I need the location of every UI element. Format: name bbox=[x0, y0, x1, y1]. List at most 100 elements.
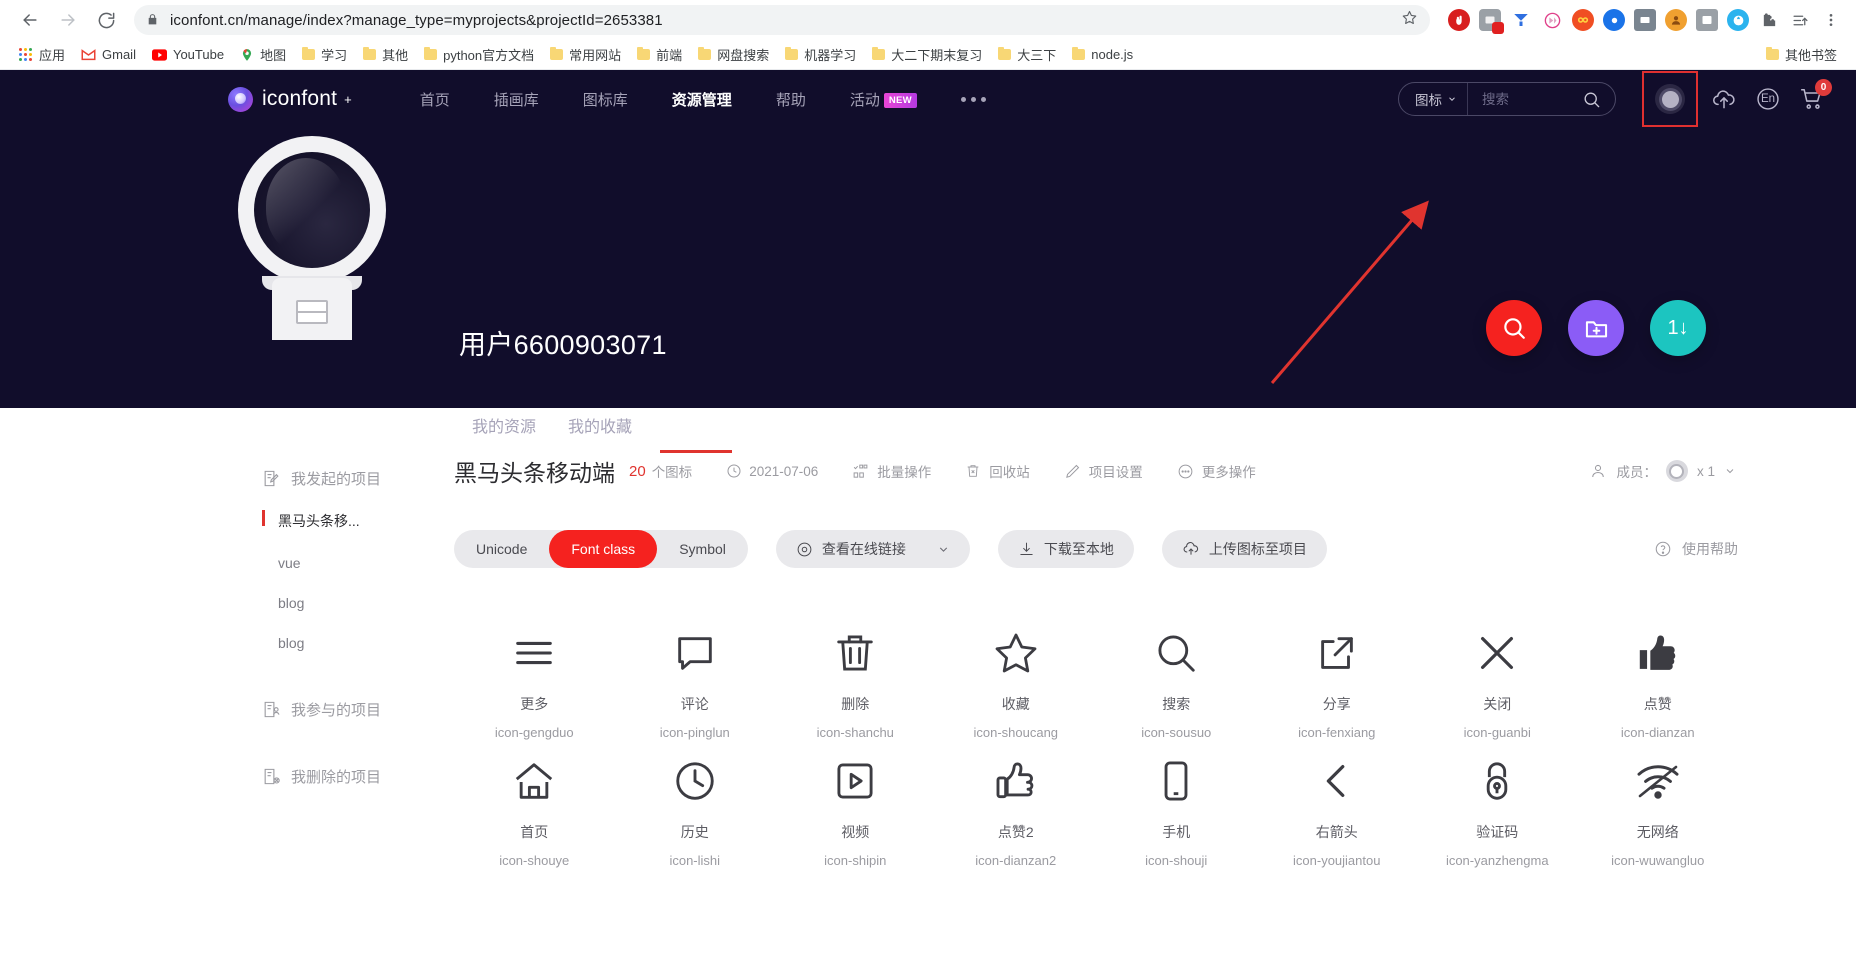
sidebar-group-deleted-projects[interactable]: 我删除的项目 bbox=[228, 756, 440, 797]
sort-fab[interactable]: 1↓ bbox=[1650, 300, 1706, 356]
nav-item-icon-library[interactable]: 图标库 bbox=[561, 89, 650, 110]
view-online-link-button[interactable]: 查看在线链接 bbox=[776, 530, 970, 568]
bookmark-label: python官方文档 bbox=[443, 45, 534, 64]
search-fab[interactable] bbox=[1486, 300, 1542, 356]
bookmark-folder-review[interactable]: 大二下期末复习 bbox=[865, 42, 989, 67]
members-control[interactable]: 成员： x 1 bbox=[1589, 460, 1736, 482]
icon-card[interactable]: 点赞 icon-dianzan bbox=[1578, 616, 1739, 740]
format-option-symbol[interactable]: Symbol bbox=[657, 530, 748, 568]
icon-card[interactable]: 手机 icon-shouji bbox=[1096, 744, 1257, 868]
bookmark-folder-qianduan[interactable]: 前端 bbox=[630, 42, 689, 67]
bookmark-label: 网盘搜索 bbox=[717, 45, 769, 64]
address-bar[interactable]: iconfont.cn/manage/index?manage_type=myp… bbox=[134, 5, 1430, 35]
media-extension-icon[interactable] bbox=[1634, 9, 1656, 31]
browser-menu-icon[interactable] bbox=[1820, 9, 1842, 31]
usage-help-button[interactable]: 使用帮助 bbox=[1654, 539, 1738, 559]
icon-card[interactable]: 右箭头 icon-youjiantou bbox=[1257, 744, 1418, 868]
batch-icon bbox=[852, 463, 869, 480]
vysor-extension-icon[interactable] bbox=[1510, 9, 1532, 31]
bookmark-folder-ml[interactable]: 机器学习 bbox=[778, 42, 863, 67]
bookmark-maps[interactable]: 地图 bbox=[233, 42, 293, 67]
format-option-unicode[interactable]: Unicode bbox=[454, 530, 549, 568]
infinity-extension-icon[interactable] bbox=[1572, 9, 1594, 31]
bookmark-gmail[interactable]: Gmail bbox=[74, 44, 143, 65]
nav-more-icon[interactable] bbox=[939, 97, 1008, 102]
project-settings-button[interactable]: 项目设置 bbox=[1064, 461, 1143, 481]
icon-card[interactable]: 评论 icon-pinglun bbox=[615, 616, 776, 740]
forward-button[interactable] bbox=[52, 4, 84, 36]
format-option-font-class[interactable]: Font class bbox=[549, 530, 657, 568]
nav-item-illustrations[interactable]: 插画库 bbox=[472, 89, 561, 110]
bookmark-folder-dasanxia[interactable]: 大三下 bbox=[991, 42, 1063, 67]
profile-avatar-icon[interactable] bbox=[1665, 9, 1687, 31]
profile-band: 用户6600903071 我的资源 我的收藏 我的项目 bbox=[0, 128, 1856, 408]
upload-icon[interactable] bbox=[1702, 77, 1746, 121]
icon-card[interactable]: 视频 icon-shipin bbox=[775, 744, 936, 868]
puzzle-extensions-icon[interactable] bbox=[1758, 9, 1780, 31]
icon-card[interactable]: 关闭 icon-guanbi bbox=[1417, 616, 1578, 740]
sidebar-item-heima-toutiao[interactable]: 黑马头条移... bbox=[228, 499, 440, 543]
bookmark-folder-wangpan[interactable]: 网盘搜索 bbox=[691, 42, 776, 67]
icon-class: icon-lishi bbox=[669, 853, 720, 868]
translate-extension-icon[interactable] bbox=[1727, 9, 1749, 31]
chevron-left-icon bbox=[1314, 744, 1360, 818]
sidebar-item-blog-2[interactable]: blog bbox=[228, 623, 440, 663]
search-input[interactable] bbox=[1468, 92, 1580, 107]
bookmark-youtube[interactable]: YouTube bbox=[145, 44, 231, 65]
sidebar-item-vue[interactable]: vue bbox=[228, 543, 440, 583]
other-bookmarks-button[interactable]: 其他书签 bbox=[1759, 42, 1844, 67]
sidebar-group-label: 我参与的项目 bbox=[291, 699, 381, 720]
batch-operation-button[interactable]: 批量操作 bbox=[852, 461, 931, 481]
icon-card[interactable]: 无网络 icon-wuwangluo bbox=[1578, 744, 1739, 868]
bookmark-folder-xuexi[interactable]: 学习 bbox=[295, 42, 354, 67]
bookmark-folder-python-docs[interactable]: python官方文档 bbox=[417, 42, 541, 67]
more-operations-button[interactable]: 更多操作 bbox=[1177, 461, 1256, 481]
project-header: 黑马头条移动端 20 个图标 2021-07-06 批量操作 回收站 bbox=[454, 454, 1856, 488]
cart-icon[interactable]: 0 bbox=[1790, 77, 1834, 121]
upload-icons-button[interactable]: 上传图标至项目 bbox=[1162, 530, 1327, 568]
bookmark-folder-nodejs[interactable]: node.js bbox=[1065, 44, 1140, 65]
browser-chrome: iconfont.cn/manage/index?manage_type=myp… bbox=[0, 0, 1856, 70]
icon-card[interactable]: 历史 icon-lishi bbox=[615, 744, 776, 868]
icon-card[interactable]: 搜索 icon-sousuo bbox=[1096, 616, 1257, 740]
reload-button[interactable] bbox=[90, 4, 122, 36]
search-scope-select[interactable]: 图标 bbox=[1399, 83, 1468, 115]
search-icon[interactable] bbox=[1580, 90, 1615, 109]
nav-item-activity[interactable]: 活动NEW bbox=[828, 89, 939, 110]
icon-card[interactable]: 删除 icon-shanchu bbox=[775, 616, 936, 740]
bookmark-apps[interactable]: 应用 bbox=[12, 42, 72, 67]
site-logo[interactable]: iconfont + bbox=[228, 87, 352, 112]
recycle-bin-button[interactable]: 回收站 bbox=[965, 461, 1030, 481]
project-edit-icon bbox=[262, 469, 281, 488]
user-avatar-highlighted[interactable] bbox=[1642, 71, 1698, 127]
bookmark-folder-qita[interactable]: 其他 bbox=[356, 42, 415, 67]
reading-list-icon[interactable] bbox=[1789, 9, 1811, 31]
sidebar-group-my-projects[interactable]: 我发起的项目 bbox=[228, 458, 440, 499]
adblock-extension-icon[interactable] bbox=[1448, 9, 1470, 31]
bookmark-star-icon[interactable] bbox=[1401, 9, 1418, 31]
download-local-button[interactable]: 下载至本地 bbox=[998, 530, 1134, 568]
icon-card[interactable]: 更多 icon-gengduo bbox=[454, 616, 615, 740]
main-panel: 黑马头条移动端 20 个图标 2021-07-06 批量操作 回收站 bbox=[440, 408, 1856, 868]
search-box[interactable]: 图标 bbox=[1398, 82, 1616, 116]
trash-icon bbox=[965, 463, 981, 479]
icon-card[interactable]: 首页 icon-shouye bbox=[454, 744, 615, 868]
language-toggle[interactable]: En bbox=[1746, 77, 1790, 121]
back-button[interactable] bbox=[14, 4, 46, 36]
screenshot-extension-icon[interactable] bbox=[1479, 9, 1501, 31]
icon-name: 分享 bbox=[1323, 694, 1351, 714]
icon-card[interactable]: 点赞2 icon-dianzan2 bbox=[936, 744, 1097, 868]
icon-card[interactable]: 收藏 icon-shoucang bbox=[936, 616, 1097, 740]
add-project-fab[interactable] bbox=[1568, 300, 1624, 356]
nav-item-home[interactable]: 首页 bbox=[398, 89, 472, 110]
nav-item-resource-management[interactable]: 资源管理 bbox=[650, 89, 754, 110]
fastforward-extension-icon[interactable] bbox=[1541, 9, 1563, 31]
icon-card[interactable]: 分享 icon-fenxiang bbox=[1257, 616, 1418, 740]
bookmark-folder-changyong[interactable]: 常用网站 bbox=[543, 42, 628, 67]
nav-item-help[interactable]: 帮助 bbox=[754, 89, 828, 110]
icon-card[interactable]: 验证码 icon-yanzhengma bbox=[1417, 744, 1578, 868]
sync-extension-icon[interactable] bbox=[1603, 9, 1625, 31]
window-extension-icon[interactable] bbox=[1696, 9, 1718, 31]
sidebar-group-joined-projects[interactable]: 我参与的项目 bbox=[228, 689, 440, 730]
sidebar-item-blog-1[interactable]: blog bbox=[228, 583, 440, 623]
